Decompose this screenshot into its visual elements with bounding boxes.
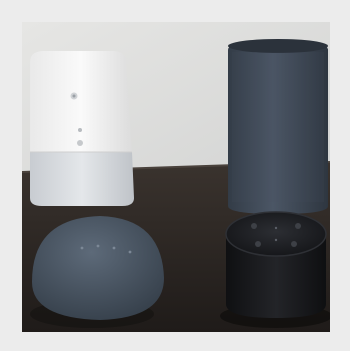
smart-speakers-photo <box>22 22 330 332</box>
amazon-echo-dot-speaker-icon <box>220 211 330 328</box>
google-home-speaker-icon <box>30 51 134 206</box>
photo-frame <box>0 0 350 351</box>
amazon-echo-speaker-icon <box>228 39 328 214</box>
photo-canvas <box>22 22 330 332</box>
google-home-mini-speaker-icon <box>30 216 164 328</box>
